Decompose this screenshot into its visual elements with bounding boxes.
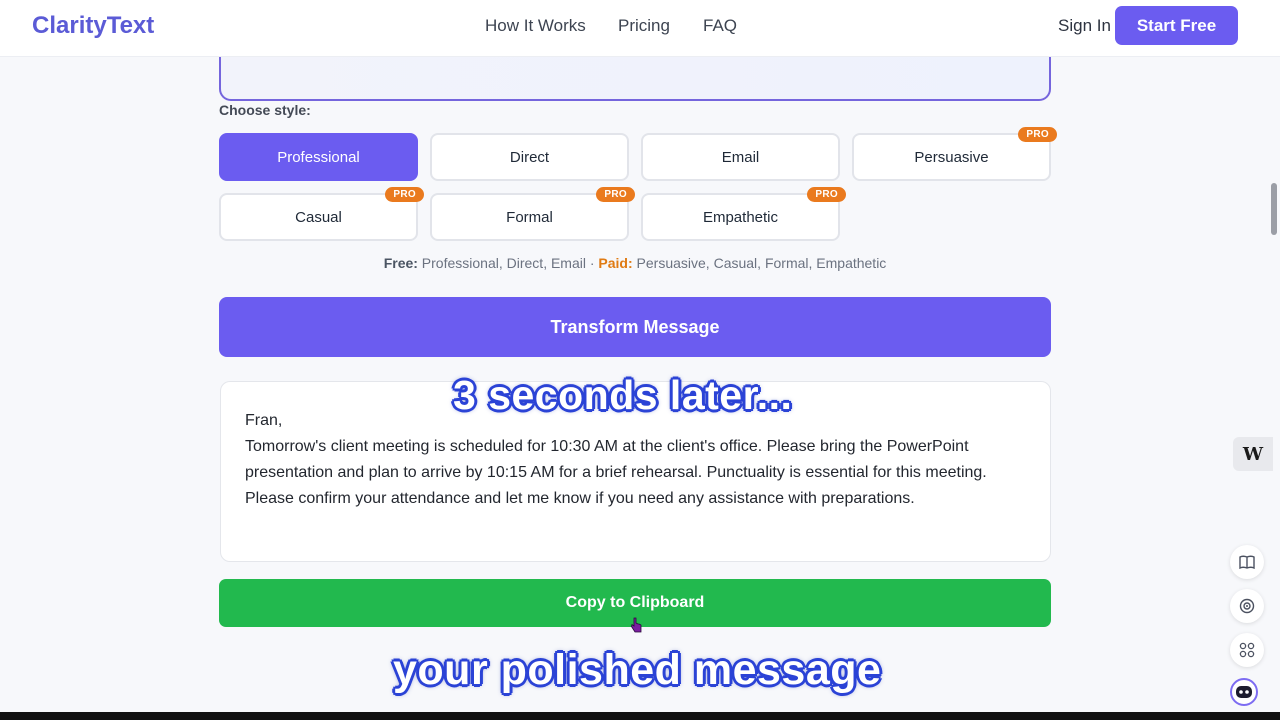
choose-style-label: Choose style: (219, 102, 311, 118)
signal-icon[interactable] (1230, 589, 1264, 623)
caption-top: 3 seconds later... (453, 372, 793, 418)
bottom-bar (0, 712, 1280, 720)
output-line: Tomorrow's client meeting is scheduled f… (245, 438, 987, 481)
nav-faq[interactable]: FAQ (703, 16, 737, 36)
assistant-icon[interactable] (1230, 678, 1258, 706)
pro-badge: PRO (807, 187, 846, 202)
top-header: ClarityText How It Works Pricing FAQ Sig… (0, 0, 1280, 57)
style-option-label: Direct (509, 148, 550, 166)
pro-badge: PRO (1018, 127, 1057, 142)
style-option-direct[interactable]: Direct (430, 133, 629, 181)
style-option-professional[interactable]: Professional (219, 133, 418, 181)
transform-message-button[interactable]: Transform Message (219, 297, 1051, 357)
free-list: Professional, Direct, Email · (417, 255, 599, 271)
output-line: Please confirm your attendance and let m… (245, 490, 915, 507)
pro-badge: PRO (596, 187, 635, 202)
style-option-label: Email (721, 148, 760, 166)
style-option-formal[interactable]: Formal PRO (430, 187, 635, 241)
caption-bottom: your polished message (393, 646, 882, 694)
style-option-empathetic[interactable]: Empathetic PRO (641, 187, 846, 241)
nav-pricing[interactable]: Pricing (618, 16, 670, 36)
w-widget-icon[interactable]: W (1233, 437, 1273, 471)
style-option-label: Empathetic (702, 208, 779, 226)
pro-badge: PRO (385, 187, 424, 202)
style-option-persuasive[interactable]: Persuasive PRO (852, 127, 1057, 181)
logo[interactable]: ClarityText (32, 12, 154, 40)
free-label: Free: (383, 255, 418, 271)
paid-label: Paid: (598, 255, 633, 271)
style-option-label: Formal (506, 208, 553, 226)
sign-in-link[interactable]: Sign In (1058, 16, 1111, 36)
style-option-label: Casual (295, 208, 342, 226)
nav-how-it-works[interactable]: How It Works (485, 16, 586, 36)
style-option-label: Persuasive (914, 148, 989, 166)
paid-list: Persuasive, Casual, Formal, Empathetic (632, 255, 887, 271)
tier-note: Free: Professional, Direct, Email · Paid… (219, 255, 1051, 271)
style-option-label: Professional (277, 148, 360, 166)
book-icon[interactable] (1230, 545, 1264, 579)
style-option-email[interactable]: Email (641, 133, 840, 181)
style-option-casual[interactable]: Casual PRO (219, 187, 424, 241)
start-free-button[interactable]: Start Free (1115, 6, 1238, 45)
hand-cursor-icon (631, 617, 642, 633)
scrollbar-thumb[interactable] (1271, 183, 1277, 235)
apps-icon[interactable] (1230, 633, 1264, 667)
